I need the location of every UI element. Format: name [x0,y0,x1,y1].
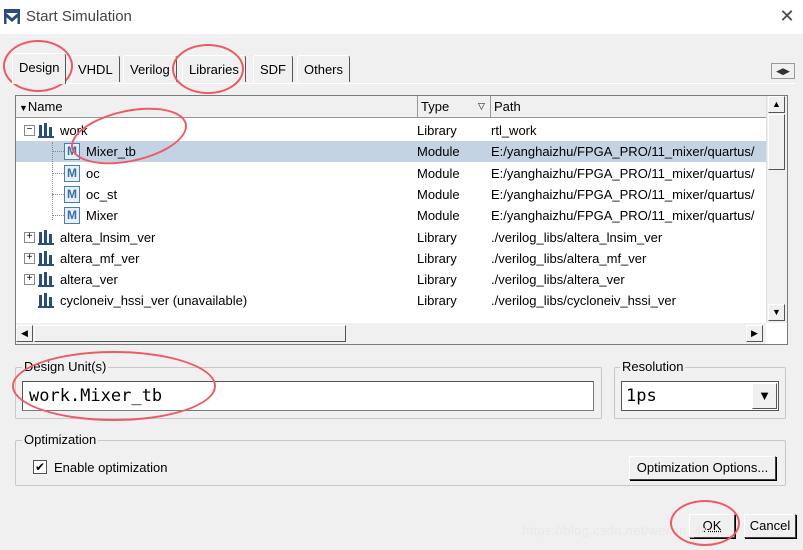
row-path: ./verilog_libs/altera_lnsim_ver [491,229,663,245]
tab-sdf[interactable]: SDF [253,55,293,82]
library-icon [38,292,56,309]
row-path: rtl_work [491,123,537,138]
expand-icon[interactable]: + [24,274,35,286]
row-name: work [60,123,88,138]
row-name: cycloneiv_hssi_ver (unavailable) [60,293,248,309]
row-name: Mixer [86,208,118,224]
row-type: Module [417,144,460,160]
row-path: E:/yanghaizhu/FPGA_PRO/11_mixer/quartus/ [491,144,755,160]
enable-optimization-checkbox[interactable]: ✔ [33,460,47,474]
column-header-name[interactable]: ▼Name [16,96,418,118]
tab-others[interactable]: Others [297,55,351,82]
horizontal-scrollbar[interactable]: ◀ ▶ [16,323,766,344]
scroll-left-icon[interactable]: ◀ [16,325,33,342]
vertical-scroll-thumb[interactable] [768,114,785,170]
module-icon: M [64,185,80,203]
vertical-scrollbar[interactable]: ▲ ▼ [766,96,787,323]
module-icon: M [64,164,80,182]
filter-icon: ▽ [478,101,485,111]
tree-connector [52,215,64,217]
row-name: oc [86,165,100,181]
row-type: Library [417,123,457,138]
optimization-options-button[interactable]: Optimization Options... [629,456,776,480]
library-icon [38,122,56,138]
expand-icon[interactable]: + [24,252,35,264]
row-path: E:/yanghaizhu/FPGA_PRO/11_mixer/quartus/ [491,165,755,181]
optimization-label: Optimization [22,432,99,447]
list-row[interactable]: − work Library rtl_work [16,120,768,141]
column-header-path[interactable]: Path [491,96,767,118]
tab-vhdl[interactable]: VHDL [71,55,120,82]
column-header-type[interactable]: Type ▽ [418,96,491,118]
collapse-icon[interactable]: − [24,125,35,136]
row-path: E:/yanghaizhu/FPGA_PRO/11_mixer/quartus/ [491,208,755,224]
library-icon [38,250,56,266]
scroll-right-icon[interactable]: ▶ [746,325,763,342]
tab-scroll-arrows-icon[interactable]: ◀▶ [771,63,795,79]
tab-verilog[interactable]: Verilog [123,55,177,82]
module-icon: M [64,207,80,225]
list-row[interactable]: + altera_ver Library ./verilog_libs/altera_… [16,269,768,290]
modelsim-logo-icon [4,9,20,24]
list-row[interactable]: cycloneiv_hssi_ver (unavailable) Library.… [16,290,768,311]
row-type: Library [417,229,457,245]
cancel-button[interactable]: Cancel [744,514,796,538]
resolution-label: Resolution [620,359,686,374]
row-type: Library [417,272,457,288]
module-icon: M [64,143,80,161]
row-type: Module [417,165,460,181]
row-path: ./verilog_libs/altera_ver [491,272,625,288]
row-name: altera_lnsim_ver [60,229,156,245]
tree-connector [52,172,64,174]
row-type: Module [417,186,460,202]
expand-icon[interactable]: + [24,231,35,243]
close-icon[interactable]: ✕ [776,6,798,28]
horizontal-scroll-thumb[interactable] [34,325,346,342]
row-path: ./verilog_libs/altera_mf_ver [491,250,647,266]
title-bar: Start Simulation ✕ [0,0,803,34]
sort-arrow-icon: ▼ [19,103,28,113]
row-name: Mixer_tb [86,144,136,160]
list-row[interactable]: Moc_st Module E:/yanghaizhu/FPGA_PRO/11_mi… [16,184,768,205]
tree-connector [52,142,53,220]
tab-design[interactable]: Design [12,53,67,84]
window-title: Start Simulation [26,8,132,25]
tree-connector [52,151,64,153]
enable-optimization-label: Enable optimization [54,460,168,475]
row-name: altera_ver [60,272,118,288]
scroll-up-icon[interactable]: ▲ [768,96,785,113]
row-type: Module [417,208,460,224]
row-name: oc_st [86,186,118,202]
list-row[interactable]: M Mixer_tb Module E:/yanghaizhu/FPGA_PRO/11… [16,141,768,163]
row-name: altera_mf_ver [60,250,140,266]
list-row[interactable]: Moc Module E:/yanghaizhu/FPGA_PRO/11_mixer… [16,163,768,184]
row-type: Library [417,293,457,309]
design-unit-input[interactable]: work.Mixer_tb [22,381,594,411]
row-type: Library [417,250,457,266]
chevron-down-icon[interactable]: ▼ [752,383,777,409]
library-icon [38,229,56,245]
row-path: ./verilog_libs/cycloneiv_hssi_ver [491,293,676,309]
row-path: E:/yanghaizhu/FPGA_PRO/11_mixer/quartus/ [491,186,755,202]
library-list[interactable]: ▼Name Type ▽ Path − work Library rtl_work M Mi… [15,95,788,345]
watermark-text: https://blog.csdn.net/weixin_44... [522,523,721,538]
tab-libraries[interactable]: Libraries [182,55,246,82]
library-icon [38,271,56,288]
scroll-down-icon[interactable]: ▼ [768,304,785,321]
checkmark-icon: ✔ [34,460,46,474]
list-row[interactable]: M Mixer Module E:/yanghaizhu/FPGA_PRO/11_mi… [16,205,768,226]
tree-connector [52,193,64,195]
list-row[interactable]: + altera_mf_ver Library ./verilog_libs/alte… [16,248,768,269]
tab-divider [10,83,795,84]
design-unit-label: Design Unit(s) [22,359,109,374]
list-row[interactable]: + altera_lnsim_ver Library ./verilog_libs/a… [16,227,768,248]
